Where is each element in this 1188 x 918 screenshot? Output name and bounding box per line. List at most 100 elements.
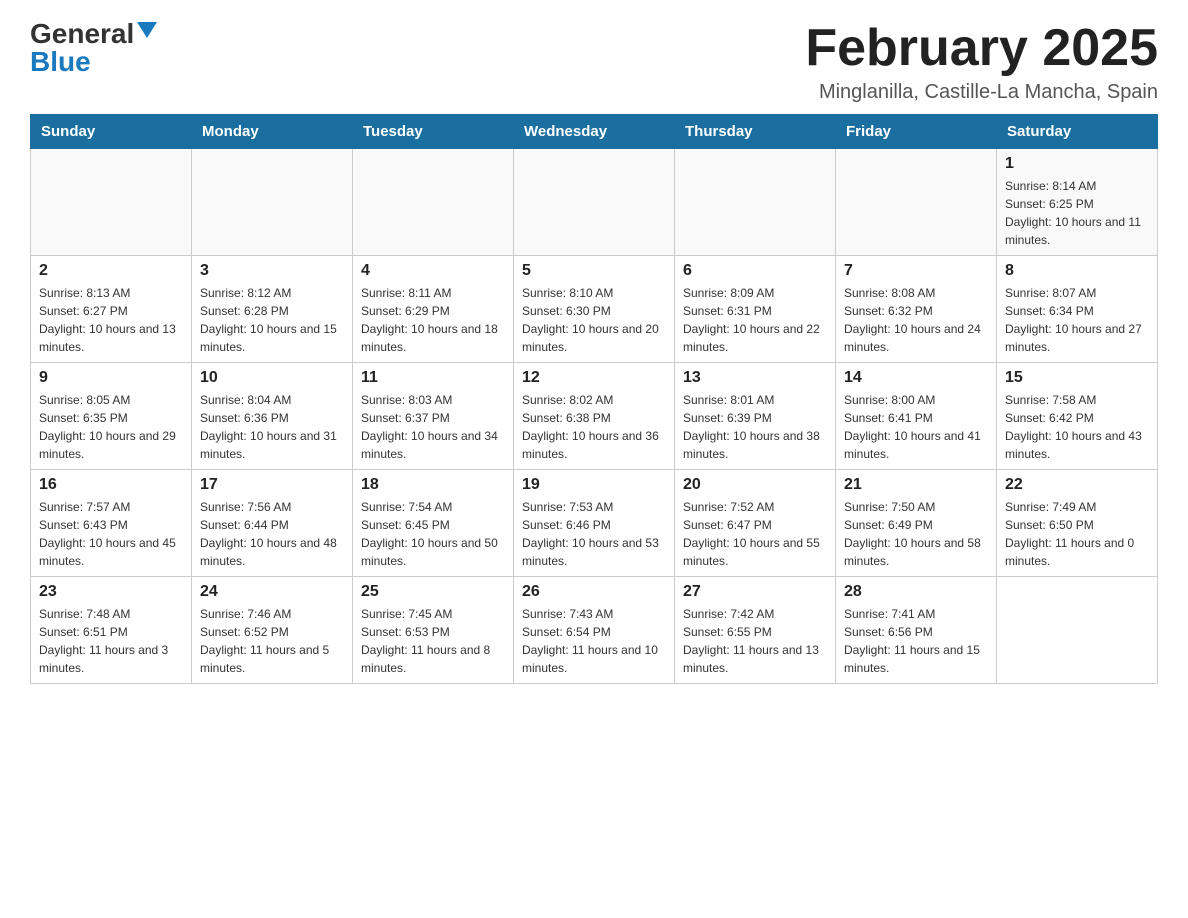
day-number: 8 [1005, 262, 1149, 280]
logo: General Blue [30, 20, 157, 76]
day-cell: 2 Sunrise: 8:13 AM Sunset: 6:27 PM Daylig… [31, 256, 192, 363]
day-number: 21 [844, 476, 988, 494]
day-number: 6 [683, 262, 827, 280]
day-cell: 21Sunrise: 7:50 AM Sunset: 6:49 PM Dayli… [836, 470, 997, 577]
day-number: 9 [39, 369, 183, 387]
logo-triangle-icon [137, 22, 157, 38]
day-cell [31, 149, 192, 256]
day-number: 2 [39, 262, 183, 280]
day-number: 20 [683, 476, 827, 494]
day-info: Sunrise: 7:56 AM Sunset: 6:44 PM Dayligh… [200, 498, 344, 570]
day-info: Sunrise: 7:54 AM Sunset: 6:45 PM Dayligh… [361, 498, 505, 570]
day-cell: 10Sunrise: 8:04 AM Sunset: 6:36 PM Dayli… [192, 363, 353, 470]
day-cell: 18 Sunrise: 7:54 AM Sunset: 6:45 PM Dayli… [353, 470, 514, 577]
col-friday: Friday [836, 115, 997, 149]
day-info: Sunrise: 7:49 AM Sunset: 6:50 PM Dayligh… [1005, 498, 1149, 570]
day-info: Sunrise: 8:14 AM Sunset: 6:25 PM Dayligh… [1005, 177, 1149, 249]
day-info: Sunrise: 7:42 AM Sunset: 6:55 PM Dayligh… [683, 605, 827, 677]
day-info: Sunrise: 8:11 AM Sunset: 6:29 PM Dayligh… [361, 284, 505, 356]
day-info: Sunrise: 8:01 AM Sunset: 6:39 PM Dayligh… [683, 391, 827, 463]
day-cell: 17 Sunrise: 7:56 AM Sunset: 6:44 PM Dayli… [192, 470, 353, 577]
day-number: 5 [522, 262, 666, 280]
col-saturday: Saturday [997, 115, 1158, 149]
title-section: February 2025 Minglanilla, Castille-La M… [805, 20, 1158, 104]
logo-blue-text: Blue [30, 48, 91, 76]
day-number: 13 [683, 369, 827, 387]
day-number: 17 [200, 476, 344, 494]
col-thursday: Thursday [675, 115, 836, 149]
day-cell: 15 Sunrise: 7:58 AM Sunset: 6:42 PM Dayli… [997, 363, 1158, 470]
col-wednesday: Wednesday [514, 115, 675, 149]
day-info: Sunrise: 8:13 AM Sunset: 6:27 PM Dayligh… [39, 284, 183, 356]
day-cell [997, 577, 1158, 684]
day-cell: 27 Sunrise: 7:42 AM Sunset: 6:55 PM Dayli… [675, 577, 836, 684]
day-number: 26 [522, 583, 666, 601]
day-number: 22 [1005, 476, 1149, 494]
day-info: Sunrise: 8:05 AM Sunset: 6:35 PM Dayligh… [39, 391, 183, 463]
day-cell: 11 Sunrise: 8:03 AM Sunset: 6:37 PM Dayli… [353, 363, 514, 470]
day-cell: 7 Sunrise: 8:08 AM Sunset: 6:32 PM Daylig… [836, 256, 997, 363]
day-number: 1 [1005, 155, 1149, 173]
day-number: 14 [844, 369, 988, 387]
day-cell [514, 149, 675, 256]
day-number: 19 [522, 476, 666, 494]
week-row-5: 23 Sunrise: 7:48 AM Sunset: 6:51 PM Dayli… [31, 577, 1158, 684]
day-info: Sunrise: 7:41 AM Sunset: 6:56 PM Dayligh… [844, 605, 988, 677]
day-cell: 22 Sunrise: 7:49 AM Sunset: 6:50 PM Dayli… [997, 470, 1158, 577]
day-cell: 8 Sunrise: 8:07 AM Sunset: 6:34 PM Daylig… [997, 256, 1158, 363]
day-info: Sunrise: 7:57 AM Sunset: 6:43 PM Dayligh… [39, 498, 183, 570]
day-cell: 14 Sunrise: 8:00 AM Sunset: 6:41 PM Dayli… [836, 363, 997, 470]
day-info: Sunrise: 7:53 AM Sunset: 6:46 PM Dayligh… [522, 498, 666, 570]
col-monday: Monday [192, 115, 353, 149]
day-number: 15 [1005, 369, 1149, 387]
day-cell: 3 Sunrise: 8:12 AM Sunset: 6:28 PM Daylig… [192, 256, 353, 363]
day-info: Sunrise: 7:52 AM Sunset: 6:47 PM Dayligh… [683, 498, 827, 570]
day-cell [675, 149, 836, 256]
day-info: Sunrise: 8:00 AM Sunset: 6:41 PM Dayligh… [844, 391, 988, 463]
day-cell: 26 Sunrise: 7:43 AM Sunset: 6:54 PM Dayli… [514, 577, 675, 684]
day-info: Sunrise: 7:58 AM Sunset: 6:42 PM Dayligh… [1005, 391, 1149, 463]
day-cell: 13 Sunrise: 8:01 AM Sunset: 6:39 PM Dayli… [675, 363, 836, 470]
day-number: 23 [39, 583, 183, 601]
calendar-header-row: Sunday Monday Tuesday Wednesday Thursday… [31, 115, 1158, 149]
day-number: 11 [361, 369, 505, 387]
day-number: 12 [522, 369, 666, 387]
week-row-3: 9 Sunrise: 8:05 AM Sunset: 6:35 PM Daylig… [31, 363, 1158, 470]
day-number: 18 [361, 476, 505, 494]
day-cell: 12 Sunrise: 8:02 AM Sunset: 6:38 PM Dayli… [514, 363, 675, 470]
day-cell: 24Sunrise: 7:46 AM Sunset: 6:52 PM Dayli… [192, 577, 353, 684]
day-cell: 25 Sunrise: 7:45 AM Sunset: 6:53 PM Dayli… [353, 577, 514, 684]
day-cell: 1 Sunrise: 8:14 AM Sunset: 6:25 PM Daylig… [997, 149, 1158, 256]
month-year-title: February 2025 [805, 20, 1158, 77]
day-number: 4 [361, 262, 505, 280]
day-info: Sunrise: 7:48 AM Sunset: 6:51 PM Dayligh… [39, 605, 183, 677]
day-number: 28 [844, 583, 988, 601]
day-info: Sunrise: 8:12 AM Sunset: 6:28 PM Dayligh… [200, 284, 344, 356]
day-cell: 5Sunrise: 8:10 AM Sunset: 6:30 PM Daylig… [514, 256, 675, 363]
day-cell [836, 149, 997, 256]
day-number: 25 [361, 583, 505, 601]
day-info: Sunrise: 7:43 AM Sunset: 6:54 PM Dayligh… [522, 605, 666, 677]
week-row-4: 16 Sunrise: 7:57 AM Sunset: 6:43 PM Dayli… [31, 470, 1158, 577]
day-info: Sunrise: 7:45 AM Sunset: 6:53 PM Dayligh… [361, 605, 505, 677]
day-cell: 23 Sunrise: 7:48 AM Sunset: 6:51 PM Dayli… [31, 577, 192, 684]
day-cell: 20 Sunrise: 7:52 AM Sunset: 6:47 PM Dayli… [675, 470, 836, 577]
day-info: Sunrise: 8:09 AM Sunset: 6:31 PM Dayligh… [683, 284, 827, 356]
calendar-table: Sunday Monday Tuesday Wednesday Thursday… [30, 114, 1158, 684]
col-sunday: Sunday [31, 115, 192, 149]
page-header: General Blue February 2025 Minglanilla, … [30, 20, 1158, 104]
day-number: 27 [683, 583, 827, 601]
day-info: Sunrise: 8:07 AM Sunset: 6:34 PM Dayligh… [1005, 284, 1149, 356]
day-cell: 9 Sunrise: 8:05 AM Sunset: 6:35 PM Daylig… [31, 363, 192, 470]
day-number: 16 [39, 476, 183, 494]
day-number: 24 [200, 583, 344, 601]
day-cell: 4 Sunrise: 8:11 AM Sunset: 6:29 PM Daylig… [353, 256, 514, 363]
week-row-2: 2 Sunrise: 8:13 AM Sunset: 6:27 PM Daylig… [31, 256, 1158, 363]
day-info: Sunrise: 8:03 AM Sunset: 6:37 PM Dayligh… [361, 391, 505, 463]
day-info: Sunrise: 8:02 AM Sunset: 6:38 PM Dayligh… [522, 391, 666, 463]
day-number: 10 [200, 369, 344, 387]
day-number: 3 [200, 262, 344, 280]
day-number: 7 [844, 262, 988, 280]
day-info: Sunrise: 8:08 AM Sunset: 6:32 PM Dayligh… [844, 284, 988, 356]
week-row-1: 1 Sunrise: 8:14 AM Sunset: 6:25 PM Daylig… [31, 149, 1158, 256]
